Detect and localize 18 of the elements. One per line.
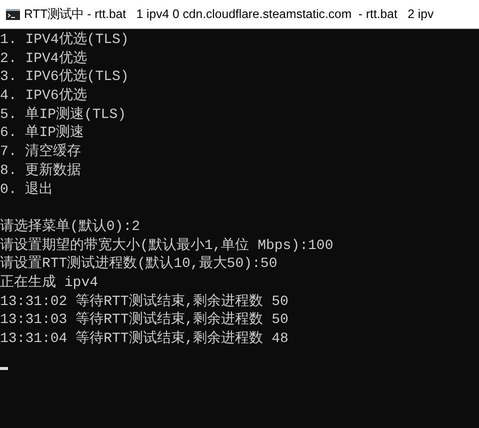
console-line: 请设置RTT测试进程数(默认10,最大50):50 <box>0 255 278 274</box>
console-icon <box>6 8 20 20</box>
console-line: 请设置期望的带宽大小(默认最小1,单位 Mbps):100 <box>0 236 334 256</box>
console-line: 13:31:03 等待RTT测试结束,剩余进程数 50 <box>0 311 290 330</box>
menu-option: 6. 单IP测速 <box>0 124 479 144</box>
console-line: 请选择菜单(默认0):2 <box>0 218 142 237</box>
menu-option: 5. 单IP测速(TLS) <box>0 106 479 124</box>
menu-option: 3. IPV6优选(TLS) <box>0 68 479 88</box>
window-title: RTT测试中 - rtt.bat 1 ipv4 0 cdn.cloudflare.steamstatic.com - rtt.bat 2 ipv <box>24 6 434 22</box>
console-line: 13:31:04 等待RTT测试结束,剩余进程数 48 <box>0 330 290 349</box>
menu-option: 7. 清空缓存 <box>0 143 479 162</box>
menu-option: 2. IPV4优选 <box>0 50 479 68</box>
console-line: 13:31:02 等待RTT测试结束,剩余进程数 50 <box>0 292 290 312</box>
menu-option: 4. IPV6优选 <box>0 87 479 106</box>
menu-option: 0. 退出 <box>0 180 479 200</box>
menu-option: 1. IPV4优选(TLS) <box>0 31 479 50</box>
menu-option: 8. 更新数据 <box>0 162 479 180</box>
console-line: 正在生成 ipv4 <box>0 274 100 293</box>
